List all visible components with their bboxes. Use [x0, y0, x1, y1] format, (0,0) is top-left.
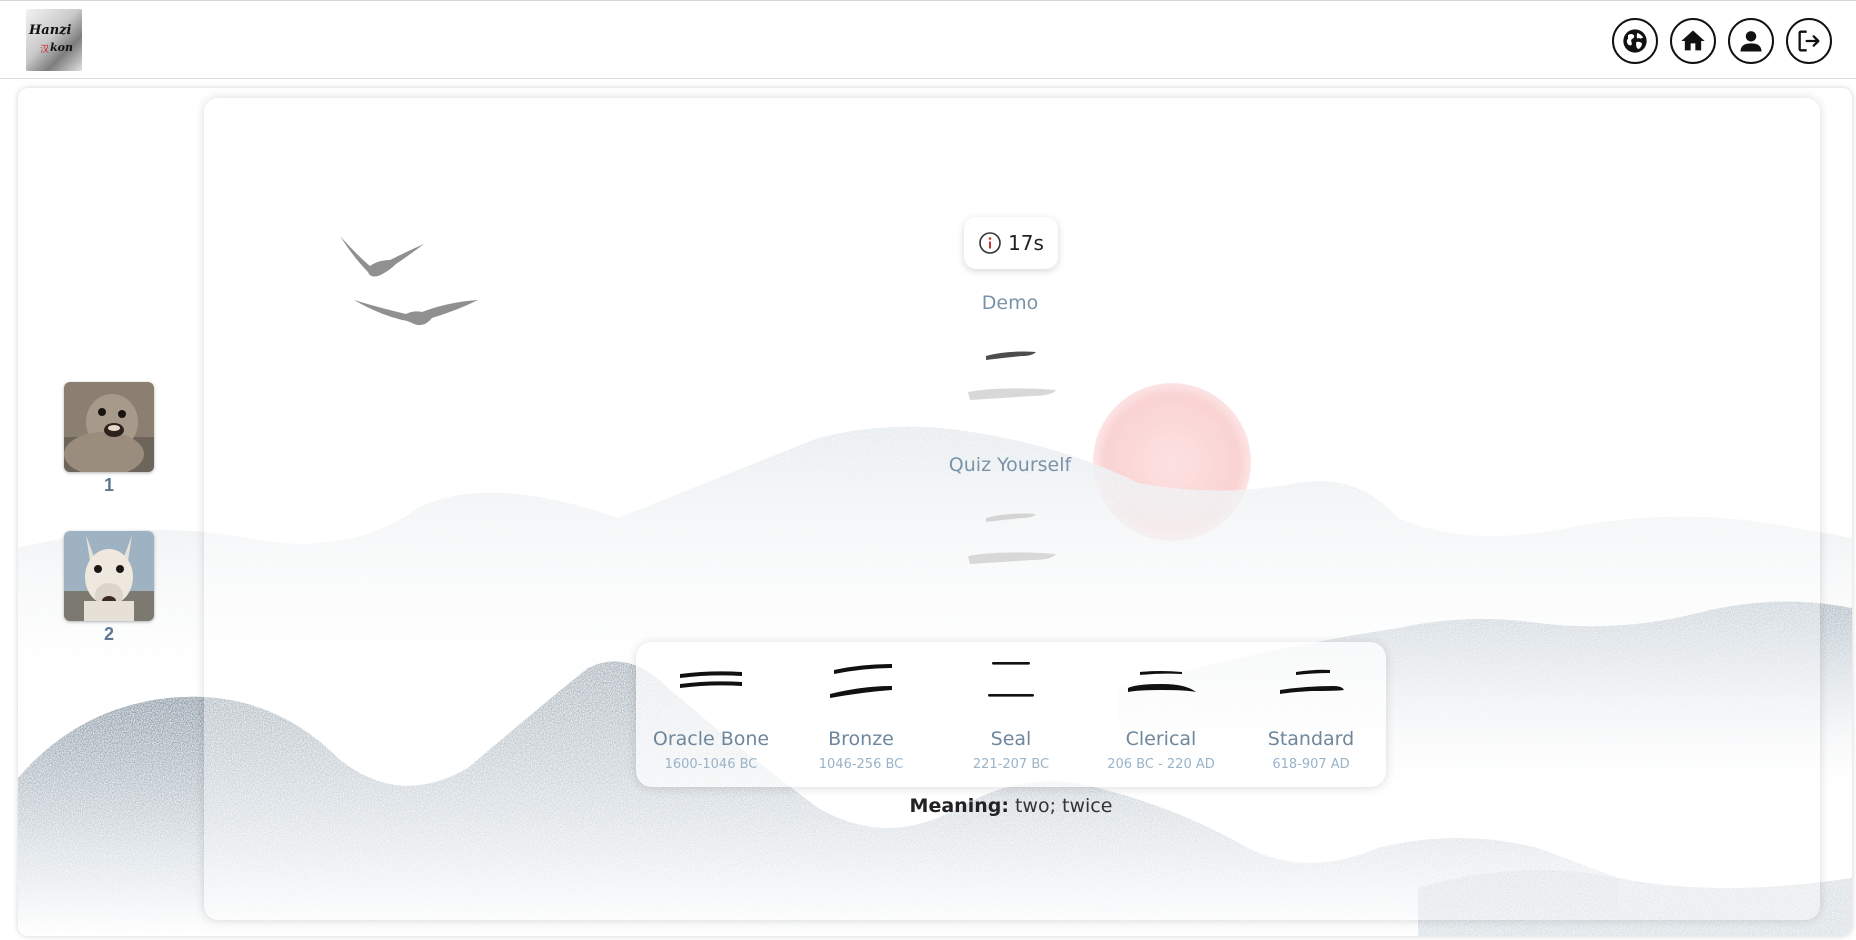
quiz-yourself-link[interactable]: Quiz Yourself — [900, 454, 1120, 476]
logo-seal-icon: 汉 — [40, 45, 50, 55]
globe-icon — [1623, 29, 1647, 53]
demo-link[interactable]: Demo — [910, 292, 1110, 314]
script-evolution-card: Oracle Bone 1600-1046 BC Bronze 1046-256… — [636, 642, 1386, 787]
user-icon — [1740, 31, 1762, 52]
meaning-label: Meaning: — [909, 795, 1009, 817]
script-standard[interactable]: Standard 618-907 AD — [1236, 642, 1386, 787]
bronze-glyph-icon — [830, 664, 892, 698]
player-avatar-seal[interactable] — [64, 382, 154, 472]
character-meaning: Meaning: two; twice — [786, 795, 1236, 817]
player-avatar-llama[interactable] — [64, 531, 154, 621]
script-era: 1046-256 BC — [818, 757, 904, 772]
quiz-character-canvas[interactable] — [962, 504, 1062, 574]
script-era: 206 BC - 220 AD — [1107, 757, 1215, 772]
script-name: Oracle Bone — [652, 728, 770, 750]
timer-value: 17s — [1008, 231, 1044, 255]
script-era: 1600-1046 BC — [664, 757, 758, 772]
player-rank-2: 2 — [103, 624, 114, 644]
clerical-glyph-icon — [1128, 671, 1196, 692]
profile-button[interactable] — [1728, 18, 1774, 64]
app-logo[interactable]: Hanzi 汉 kon — [26, 9, 82, 71]
script-name: Bronze — [828, 728, 894, 750]
player-rank-1: 1 — [103, 475, 114, 495]
script-name: Standard — [1267, 728, 1355, 750]
oracle-bone-glyph-icon — [680, 671, 742, 688]
seal-glyph-icon — [988, 662, 1034, 697]
meaning-value: two; twice — [1014, 795, 1113, 817]
home-button[interactable] — [1670, 18, 1716, 64]
script-oracle-bone[interactable]: Oracle Bone 1600-1046 BC — [636, 642, 786, 787]
seal-photo-icon — [64, 382, 154, 472]
script-era: 618-907 AD — [1272, 757, 1350, 772]
home-icon — [1681, 30, 1705, 51]
llama-photo-icon — [64, 531, 154, 621]
script-name: Clerical — [1125, 728, 1197, 750]
logo-text-top: Hanzi — [29, 23, 72, 38]
script-seal[interactable]: Seal 221-207 BC — [936, 642, 1086, 787]
logout-button[interactable] — [1786, 18, 1832, 64]
standard-glyph-icon — [1280, 669, 1344, 694]
logo-text-bottom: kon — [50, 41, 73, 54]
script-clerical[interactable]: Clerical 206 BC - 220 AD — [1086, 642, 1236, 787]
script-era: 221-207 BC — [972, 757, 1050, 772]
info-icon — [979, 232, 1001, 254]
language-button[interactable] — [1612, 18, 1658, 64]
script-name: Seal — [990, 728, 1032, 750]
timer-badge: 17s — [964, 217, 1058, 269]
script-bronze[interactable]: Bronze 1046-256 BC — [786, 642, 936, 787]
demo-character-animation[interactable] — [962, 342, 1062, 412]
logout-icon — [1798, 30, 1820, 52]
top-bar: Hanzi 汉 kon — [0, 0, 1856, 79]
